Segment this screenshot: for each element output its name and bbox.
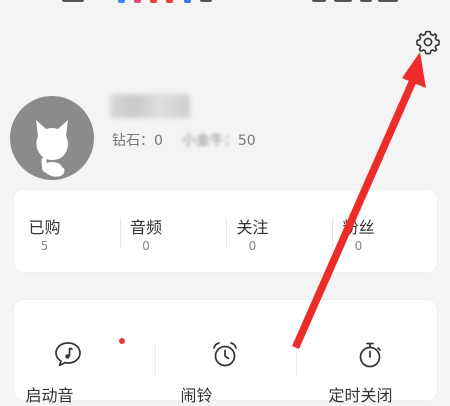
music-bubble-icon	[55, 342, 81, 367]
avatar[interactable]	[10, 96, 94, 180]
tool-label: 闹铃	[180, 386, 213, 405]
gear-icon	[416, 30, 440, 55]
notification-dot	[119, 338, 125, 344]
settings-button[interactable]	[414, 28, 442, 56]
small-value: 50	[237, 133, 256, 149]
username-blurred	[110, 94, 190, 118]
stat-value: 0	[354, 239, 363, 253]
stopwatch-icon	[359, 342, 381, 368]
stat-label: 粉丝	[342, 218, 375, 237]
small-label: 小金牛：	[181, 133, 238, 149]
tool-timer-close[interactable]: 定时关闭	[296, 300, 437, 405]
tools-card: 启动音 闹铃 定时关闭	[14, 300, 437, 405]
tool-label: 定时关闭	[328, 386, 393, 405]
wallet-stats: 钻石：0 小金牛：50	[112, 130, 256, 150]
alarm-clock-icon	[213, 342, 237, 367]
cat-avatar-icon	[36, 120, 68, 177]
diamond-label: 钻石：0	[112, 133, 163, 149]
stats-card: 已购 5 音频 0 关注 0 粉丝 0	[14, 190, 437, 272]
stat-followers[interactable]: 粉丝 0	[332, 190, 438, 272]
status-bar	[0, 0, 450, 8]
tool-alarm[interactable]: 闹铃	[155, 300, 296, 405]
